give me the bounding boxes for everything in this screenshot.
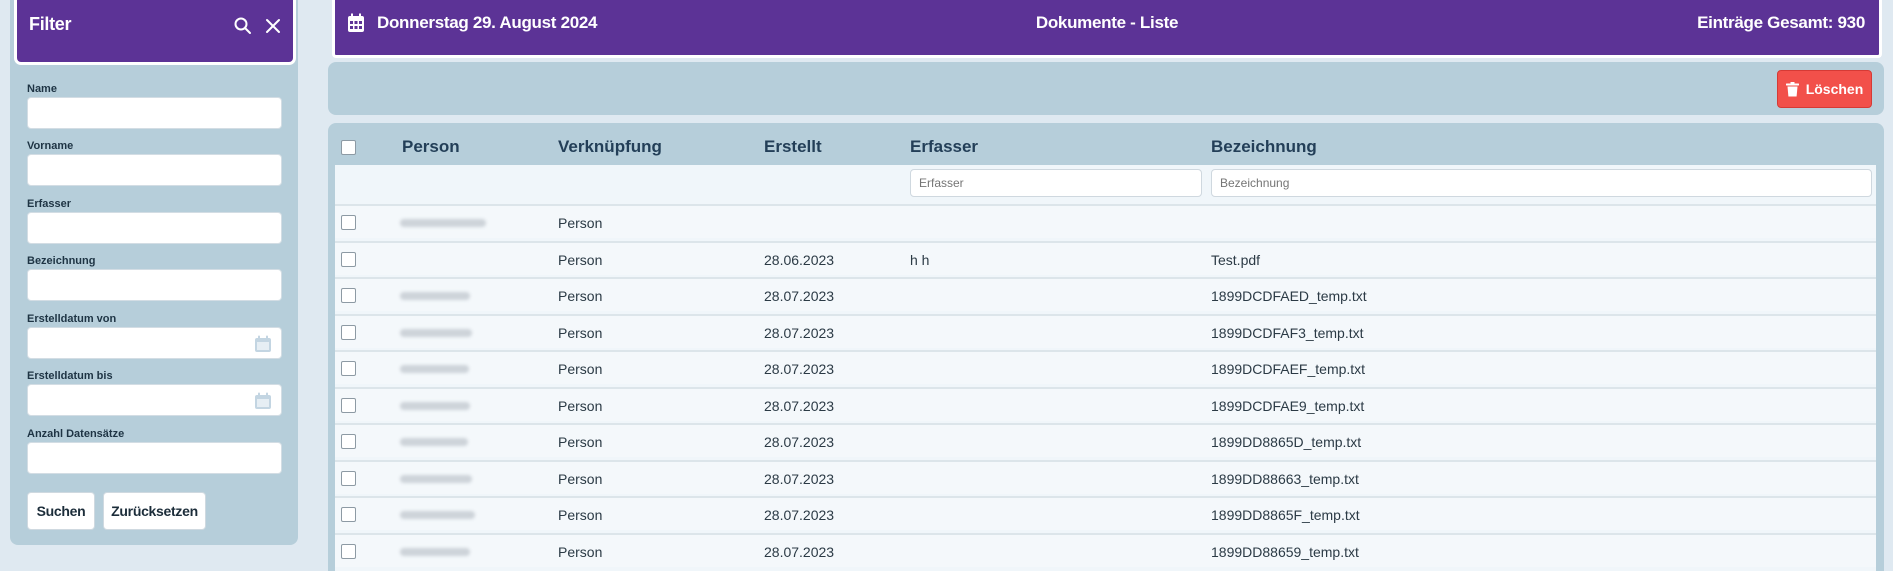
delete-label: Löschen — [1805, 81, 1864, 97]
row-checkbox[interactable] — [341, 324, 356, 340]
erstelldatum-bis-label: Erstelldatum bis — [27, 370, 113, 382]
person-name-redacted — [400, 219, 486, 227]
row-checkbox[interactable] — [341, 507, 356, 522]
cell-bezeichnung[interactable]: 1899DD88663_temp.txt — [1211, 471, 1359, 487]
cell-erstellt: 28.07.2023 — [764, 397, 835, 414]
erstelldatum-bis-field[interactable] — [27, 384, 282, 416]
row-checkbox[interactable] — [341, 397, 356, 413]
filter-title: Filter — [29, 14, 72, 34]
erstelldatum-von-field[interactable] — [27, 327, 282, 359]
cell-bezeichnung[interactable]: 1899DCDFAEF_temp.txt — [1211, 361, 1365, 377]
cell-bezeichnung[interactable]: 1899DD8865D_temp.txt — [1211, 434, 1361, 450]
table-row[interactable]: Person 28.07.2023 1899DCDFAF3_temp.txt — [335, 313, 1876, 348]
table-row[interactable]: Person 28.07.2023 1899DCDFAED_temp.txt — [335, 277, 1876, 311]
name-label: Name — [27, 83, 57, 95]
table-row[interactable]: Person 28.07.2023 1899DD8865D_temp.txt — [335, 423, 1876, 457]
anzahl-datensaetze-label: Anzahl Datensätze — [27, 428, 125, 440]
cell-bezeichnung[interactable]: Test.pdf — [1211, 252, 1260, 268]
bezeichnung-field[interactable] — [27, 269, 282, 301]
person-name-redacted — [400, 292, 470, 300]
select-all-checkbox[interactable] — [341, 140, 356, 155]
name-field[interactable] — [27, 97, 282, 129]
table-row[interactable]: Person 28.07.2023 1899DD88659_temp.txt — [335, 532, 1876, 567]
table-row[interactable]: Person 28.07.2023 1899DD88663_temp.txt — [335, 459, 1876, 494]
bezeichnung-filter-input[interactable] — [1211, 169, 1872, 197]
trash-icon — [1785, 81, 1799, 96]
vorname-label: Vorname — [27, 140, 74, 152]
person-name-redacted — [400, 511, 475, 519]
row-checkbox[interactable] — [341, 251, 356, 267]
calendar-icon[interactable] — [253, 334, 273, 354]
column-header-erstellt[interactable]: Erstellt — [764, 137, 822, 157]
cell-verknuepfung: Person — [558, 470, 603, 487]
search-icon[interactable] — [233, 16, 253, 36]
search-button[interactable]: Suchen — [27, 492, 95, 530]
cell-bezeichnung[interactable]: 1899DD88659_temp.txt — [1211, 544, 1359, 560]
cell-verknuepfung: Person — [558, 361, 603, 377]
column-header-person[interactable]: Person — [402, 137, 460, 157]
bezeichnung-label: Bezeichnung — [27, 255, 96, 267]
cell-erstellt: 28.07.2023 — [764, 434, 835, 450]
reset-button[interactable]: Zurücksetzen — [103, 492, 206, 530]
column-header-bezeichnung[interactable]: Bezeichnung — [1211, 137, 1317, 157]
person-name-redacted — [400, 438, 468, 446]
vorname-field[interactable] — [27, 154, 282, 186]
erfasser-filter-input[interactable] — [910, 169, 1202, 197]
cell-erstellt: 28.07.2023 — [764, 288, 835, 304]
cell-verknuepfung: Person — [558, 251, 603, 268]
cell-erstellt: 28.07.2023 — [764, 470, 835, 487]
table-row[interactable]: Person 28.07.2023 1899DCDFAEF_temp.txt — [335, 350, 1876, 384]
cell-verknuepfung: Person — [558, 397, 603, 414]
close-icon[interactable] — [263, 16, 283, 36]
cell-verknuepfung: Person — [558, 288, 603, 304]
toolbar: Löschen — [328, 62, 1884, 115]
page-title: Dokumente - Liste — [1035, 13, 1179, 32]
person-name-redacted — [400, 474, 472, 483]
documents-table: Person Verknüpfung Erstellt Erfasser Bez… — [328, 123, 1884, 571]
delete-button[interactable]: Löschen — [1777, 70, 1872, 108]
table-row[interactable]: Person 28.07.2023 1899DD8865F_temp.txt — [335, 496, 1876, 530]
table-row[interactable]: Person — [335, 204, 1876, 238]
cell-verknuepfung: Person — [558, 543, 603, 560]
row-checkbox[interactable] — [341, 470, 356, 486]
cell-bezeichnung[interactable]: 1899DCDFAF3_temp.txt — [1211, 325, 1364, 341]
cell-bezeichnung[interactable]: 1899DD8865F_temp.txt — [1211, 507, 1360, 523]
calendar-icon[interactable] — [253, 391, 273, 411]
person-name-redacted — [400, 547, 470, 556]
cell-verknuepfung: Person — [558, 215, 603, 231]
table-row[interactable]: Person 28.07.2023 1899DCDFAE9_temp.txt — [335, 386, 1876, 421]
row-checkbox[interactable] — [341, 543, 356, 559]
person-name-redacted — [400, 365, 469, 373]
cell-erstellt: 28.07.2023 — [764, 361, 835, 377]
total-entries: Einträge Gesamt: 930 — [1697, 13, 1865, 32]
row-checkbox[interactable] — [341, 361, 356, 376]
anzahl-datensaetze-field[interactable] — [27, 442, 282, 474]
cell-erstellt: 28.07.2023 — [764, 543, 835, 560]
erstelldatum-von-label: Erstelldatum von — [27, 313, 117, 325]
column-header-erfasser[interactable]: Erfasser — [910, 137, 978, 157]
person-name-redacted — [400, 328, 472, 337]
erfasser-field[interactable] — [27, 212, 282, 244]
filter-header: Filter — [14, 0, 296, 65]
cell-verknuepfung: Person — [558, 434, 603, 450]
cell-erfasser: h h — [910, 251, 930, 268]
cell-erstellt: 28.07.2023 — [764, 324, 835, 341]
erfasser-label: Erfasser — [27, 198, 72, 210]
table-row[interactable]: Person 28.06.2023 h h Test.pdf — [335, 240, 1876, 275]
person-name-redacted — [400, 401, 470, 410]
cell-erstellt: 28.06.2023 — [764, 251, 835, 268]
row-checkbox[interactable] — [341, 215, 356, 230]
row-checkbox[interactable] — [341, 434, 356, 449]
row-checkbox[interactable] — [341, 288, 356, 303]
cell-verknuepfung: Person — [558, 507, 603, 523]
cell-erstellt: 28.07.2023 — [764, 507, 835, 523]
cell-bezeichnung[interactable]: 1899DCDFAE9_temp.txt — [1211, 398, 1364, 414]
cell-verknuepfung: Person — [558, 324, 603, 341]
column-header-verknuepfung[interactable]: Verknüpfung — [558, 137, 662, 157]
cell-bezeichnung[interactable]: 1899DCDFAED_temp.txt — [1211, 288, 1367, 304]
top-bar: Donnerstag 29. August 2024 Dokumente - L… — [332, 0, 1882, 58]
